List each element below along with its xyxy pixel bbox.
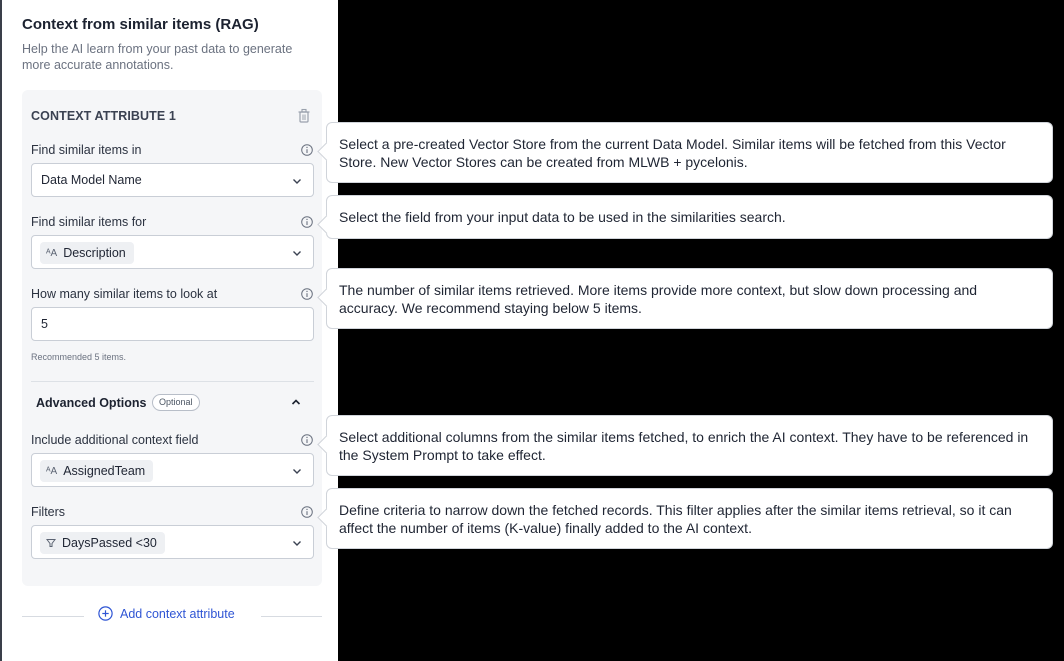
divider: [31, 381, 314, 382]
add-context-row: Add context attribute: [22, 606, 322, 626]
chevron-down-icon: [293, 469, 301, 474]
tooltip-search-field: Select the field from your input data to…: [326, 195, 1053, 239]
panel-description: Help the AI learn from your past data to…: [22, 42, 293, 72]
chevron-down-icon: [293, 251, 301, 256]
count-helper-text: Recommended 5 items.: [31, 352, 127, 362]
tooltip-vector-store: Select a pre-created Vector Store from t…: [326, 122, 1053, 183]
rag-settings-panel: Context from similar items (RAG) Help th…: [0, 0, 338, 661]
find-for-label: Find similar items for: [31, 215, 147, 229]
filters-label: Filters: [31, 505, 66, 519]
text-type-icon: ᴬA: [46, 247, 58, 259]
count-label: How many similar items to look at: [31, 287, 218, 301]
filters-select[interactable]: DaysPassed <30: [31, 525, 314, 559]
additional-field-select[interactable]: ᴬA AssignedTeam: [31, 453, 314, 487]
data-model-value: Data Model Name: [41, 173, 142, 187]
tooltip-additional-context: Select additional columns from the simil…: [326, 415, 1053, 476]
trash-icon[interactable]: [297, 108, 311, 124]
info-icon[interactable]: [301, 216, 313, 228]
advanced-options-toggle[interactable]: Advanced Options: [36, 396, 146, 410]
info-icon[interactable]: [301, 144, 313, 156]
filter-chip: DaysPassed <30: [40, 532, 165, 554]
data-model-select[interactable]: Data Model Name: [31, 163, 314, 197]
search-field-select[interactable]: ᴬA Description: [31, 235, 314, 269]
context-attribute-card: CONTEXT ATTRIBUTE 1 Find similar items i…: [22, 90, 322, 586]
add-context-attribute-label: Add context attribute: [120, 606, 235, 621]
info-icon[interactable]: [301, 506, 313, 518]
divider: [22, 616, 84, 617]
plus-circle-icon: [98, 606, 113, 621]
chevron-down-icon: [293, 541, 301, 546]
card-header: CONTEXT ATTRIBUTE 1: [31, 109, 176, 123]
tooltip-item-count: The number of similar items retrieved. M…: [326, 268, 1053, 329]
add-context-attribute-button[interactable]: Add context attribute: [98, 606, 235, 621]
field-chip: ᴬA Description: [40, 242, 134, 264]
text-type-icon: ᴬA: [46, 465, 58, 477]
info-icon[interactable]: [301, 434, 313, 446]
info-icon[interactable]: [301, 288, 313, 300]
tooltip-filters: Define criteria to narrow down the fetch…: [326, 488, 1053, 549]
optional-badge: Optional: [152, 394, 200, 411]
chevron-up-icon[interactable]: [290, 396, 302, 408]
filter-chip-label: DaysPassed <30: [62, 536, 157, 550]
additional-field-label: Include additional context field: [31, 433, 199, 447]
find-in-label: Find similar items in: [31, 143, 142, 157]
field-chip-label: AssignedTeam: [63, 464, 146, 478]
divider: [261, 616, 322, 617]
field-chip: ᴬA AssignedTeam: [40, 460, 154, 482]
field-chip-label: Description: [63, 246, 126, 260]
filter-icon: [46, 539, 56, 547]
count-value: 5: [41, 317, 48, 331]
chevron-down-icon: [293, 179, 301, 184]
panel-title: Context from similar items (RAG): [22, 16, 259, 33]
count-input[interactable]: 5: [31, 307, 314, 341]
